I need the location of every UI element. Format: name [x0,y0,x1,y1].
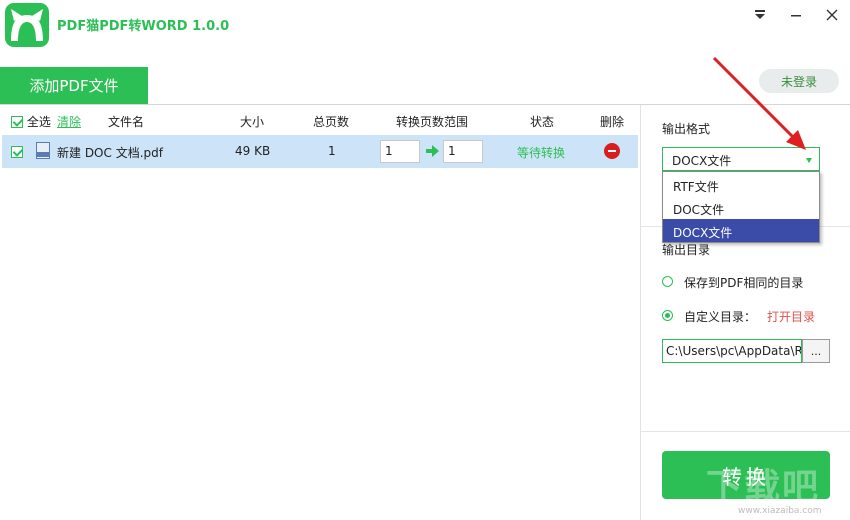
table-row[interactable]: 新建 DOC 文档.pdf 49 KB 1 1 1 等待转换 [2,135,638,168]
pdf-file-icon [36,142,50,159]
convert-button[interactable]: 转换 [662,451,830,499]
select-all-control[interactable]: 全选 [11,113,51,130]
open-dir-link[interactable]: 打开目录 [767,308,815,325]
file-list: 全选 清除 文件名 大小 总页数 转换页数范围 状态 删除 新建 DOC 文档.… [0,105,640,520]
range-to-input[interactable]: 1 [443,140,483,163]
output-dir-label: 输出目录 [662,243,711,257]
row-checkbox[interactable] [11,145,23,159]
custom-dir-label[interactable]: 自定义目录： [684,308,756,325]
status-badge: 等待转换 [517,146,566,160]
option-doc[interactable]: DOC文件 [663,196,819,219]
clear-link[interactable]: 清除 [57,113,81,130]
title-bar: PDF猫PDF转WORD 1.0.0 [0,0,850,66]
column-delete: 删除 [600,115,625,129]
add-pdf-button[interactable]: 添加PDF文件 [0,67,148,104]
selected-format: DOCX文件 [672,154,732,168]
panel-divider [640,105,641,520]
column-status: 状态 [530,115,555,129]
output-format-label: 输出格式 [662,122,711,136]
radio-same-dir[interactable] [662,276,673,287]
option-docx[interactable]: DOCX文件 [663,219,819,242]
column-size: 大小 [240,115,265,129]
output-format-select[interactable]: DOCX文件 [662,147,820,171]
arrow-right-icon [426,145,439,157]
menu-icon[interactable] [749,4,771,26]
same-dir-label[interactable]: 保存到PDF相同的目录 [684,274,803,291]
app-title: PDF猫PDF转WORD 1.0.0 [57,19,230,34]
file-name: 新建 DOC 文档.pdf [57,146,163,160]
list-header: 全选 清除 文件名 大小 总页数 转换页数范围 状态 删除 [0,105,640,135]
chevron-down-icon [806,158,812,163]
format-dropdown-list: RTF文件 DOC文件 DOCX文件 [662,171,820,243]
annotation-arrow-icon [712,56,806,150]
output-path-input[interactable]: C:\Users\pc\AppData\R [662,339,802,363]
delete-icon[interactable] [604,143,620,159]
column-total-pages: 总页数 [313,115,350,129]
app-logo-icon [5,3,49,47]
column-filename: 文件名 [108,115,145,129]
column-page-range: 转换页数范围 [396,115,469,129]
range-from-input[interactable]: 1 [380,140,420,163]
login-button[interactable]: 未登录 [759,69,839,93]
radio-custom-dir[interactable] [662,310,673,321]
select-all-label: 全选 [26,115,51,129]
file-total-pages: 1 [328,144,336,158]
browse-button[interactable]: ... [802,339,830,363]
select-all-checkbox[interactable] [11,116,23,128]
file-size: 49 KB [235,144,271,158]
close-icon[interactable] [821,4,843,26]
watermark-url: www.xiazaiba.com [738,506,822,516]
section-divider-bottom [641,431,850,432]
option-rtf[interactable]: RTF文件 [663,173,819,196]
minimize-icon[interactable] [785,4,807,26]
